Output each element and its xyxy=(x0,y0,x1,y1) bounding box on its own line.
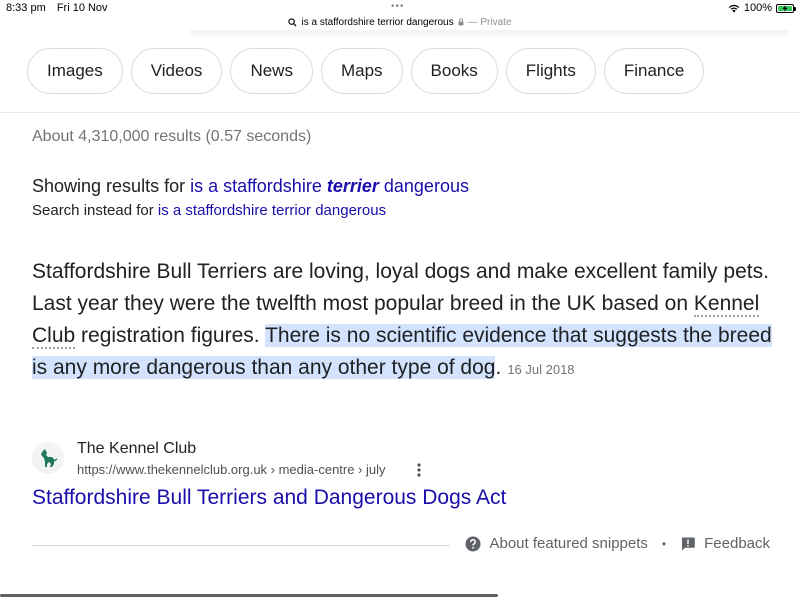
chip-images[interactable]: Images xyxy=(27,48,123,94)
search-filter-chips: Images Videos News Maps Books Flights Fi… xyxy=(27,48,705,94)
status-time: 8:33 pm xyxy=(6,2,46,14)
instead-prefix: Search instead for xyxy=(32,202,154,219)
chips-divider xyxy=(0,112,800,113)
corrected-word: terrier xyxy=(326,176,379,196)
tab-overview-dots-icon[interactable]: ••• xyxy=(391,2,405,12)
showing-results-for: Showing results for is a staffordshire t… xyxy=(32,176,469,197)
corrected-query-link[interactable]: is a staffordshire terrier dangerous xyxy=(190,176,469,196)
original-query-link[interactable]: is a staffordshire terrior dangerous xyxy=(158,202,386,219)
snippet-footer-divider xyxy=(32,545,450,546)
address-bar[interactable]: is a staffordshire terrior dangerous — P… xyxy=(180,14,620,30)
result-stats: About 4,310,000 results (0.57 seconds) xyxy=(32,128,312,145)
search-icon xyxy=(288,17,297,27)
about-featured-snippets-link[interactable]: About featured snippets xyxy=(489,535,647,552)
footer-separator: • xyxy=(661,536,667,551)
source-name: The Kennel Club xyxy=(77,440,197,457)
chip-finance[interactable]: Finance xyxy=(603,48,705,94)
battery-icon xyxy=(776,3,796,13)
address-query: is a staffordshire terrior dangerous xyxy=(301,16,454,28)
featured-snippet-text: Staffordshire Bull Terriers are loving, … xyxy=(32,260,772,379)
snippet-footer: About featured snippets • Feedback xyxy=(465,535,770,552)
status-indicators: 100% xyxy=(728,2,796,14)
search-instead-for: Search instead for is a staffordshire te… xyxy=(32,202,386,219)
result-title-link[interactable]: Staffordshire Bull Terriers and Dangerou… xyxy=(32,486,506,510)
lock-icon xyxy=(458,18,464,26)
status-date: Fri 10 Nov xyxy=(56,2,108,14)
chip-books[interactable]: Books xyxy=(410,48,498,94)
chip-videos[interactable]: Videos xyxy=(130,48,223,94)
source-url: https://www.thekennelclub.org.uk › media… xyxy=(77,462,386,477)
chip-news[interactable]: News xyxy=(230,48,313,94)
private-label: — Private xyxy=(467,16,512,28)
showing-prefix: Showing results for xyxy=(32,176,186,196)
chip-maps[interactable]: Maps xyxy=(320,48,403,94)
status-time-date: 8:33 pm Fri 10 Nov xyxy=(6,2,108,14)
feedback-icon xyxy=(682,537,695,550)
chip-flights[interactable]: Flights xyxy=(505,48,596,94)
battery-charging-icon xyxy=(778,4,792,12)
battery-percent: 100% xyxy=(743,2,772,14)
wifi-icon xyxy=(728,4,740,12)
help-icon xyxy=(465,536,481,551)
more-options-icon[interactable] xyxy=(412,460,426,480)
scroll-indicator xyxy=(0,594,498,597)
snippet-date: 16 Jul 2018 xyxy=(507,362,575,377)
feedback-link[interactable]: Feedback xyxy=(704,535,770,552)
address-bar-shadow xyxy=(190,30,790,38)
dog-logo-icon xyxy=(32,442,64,474)
result-source[interactable]: The Kennel Club https://www.thekennelclu… xyxy=(32,440,432,480)
